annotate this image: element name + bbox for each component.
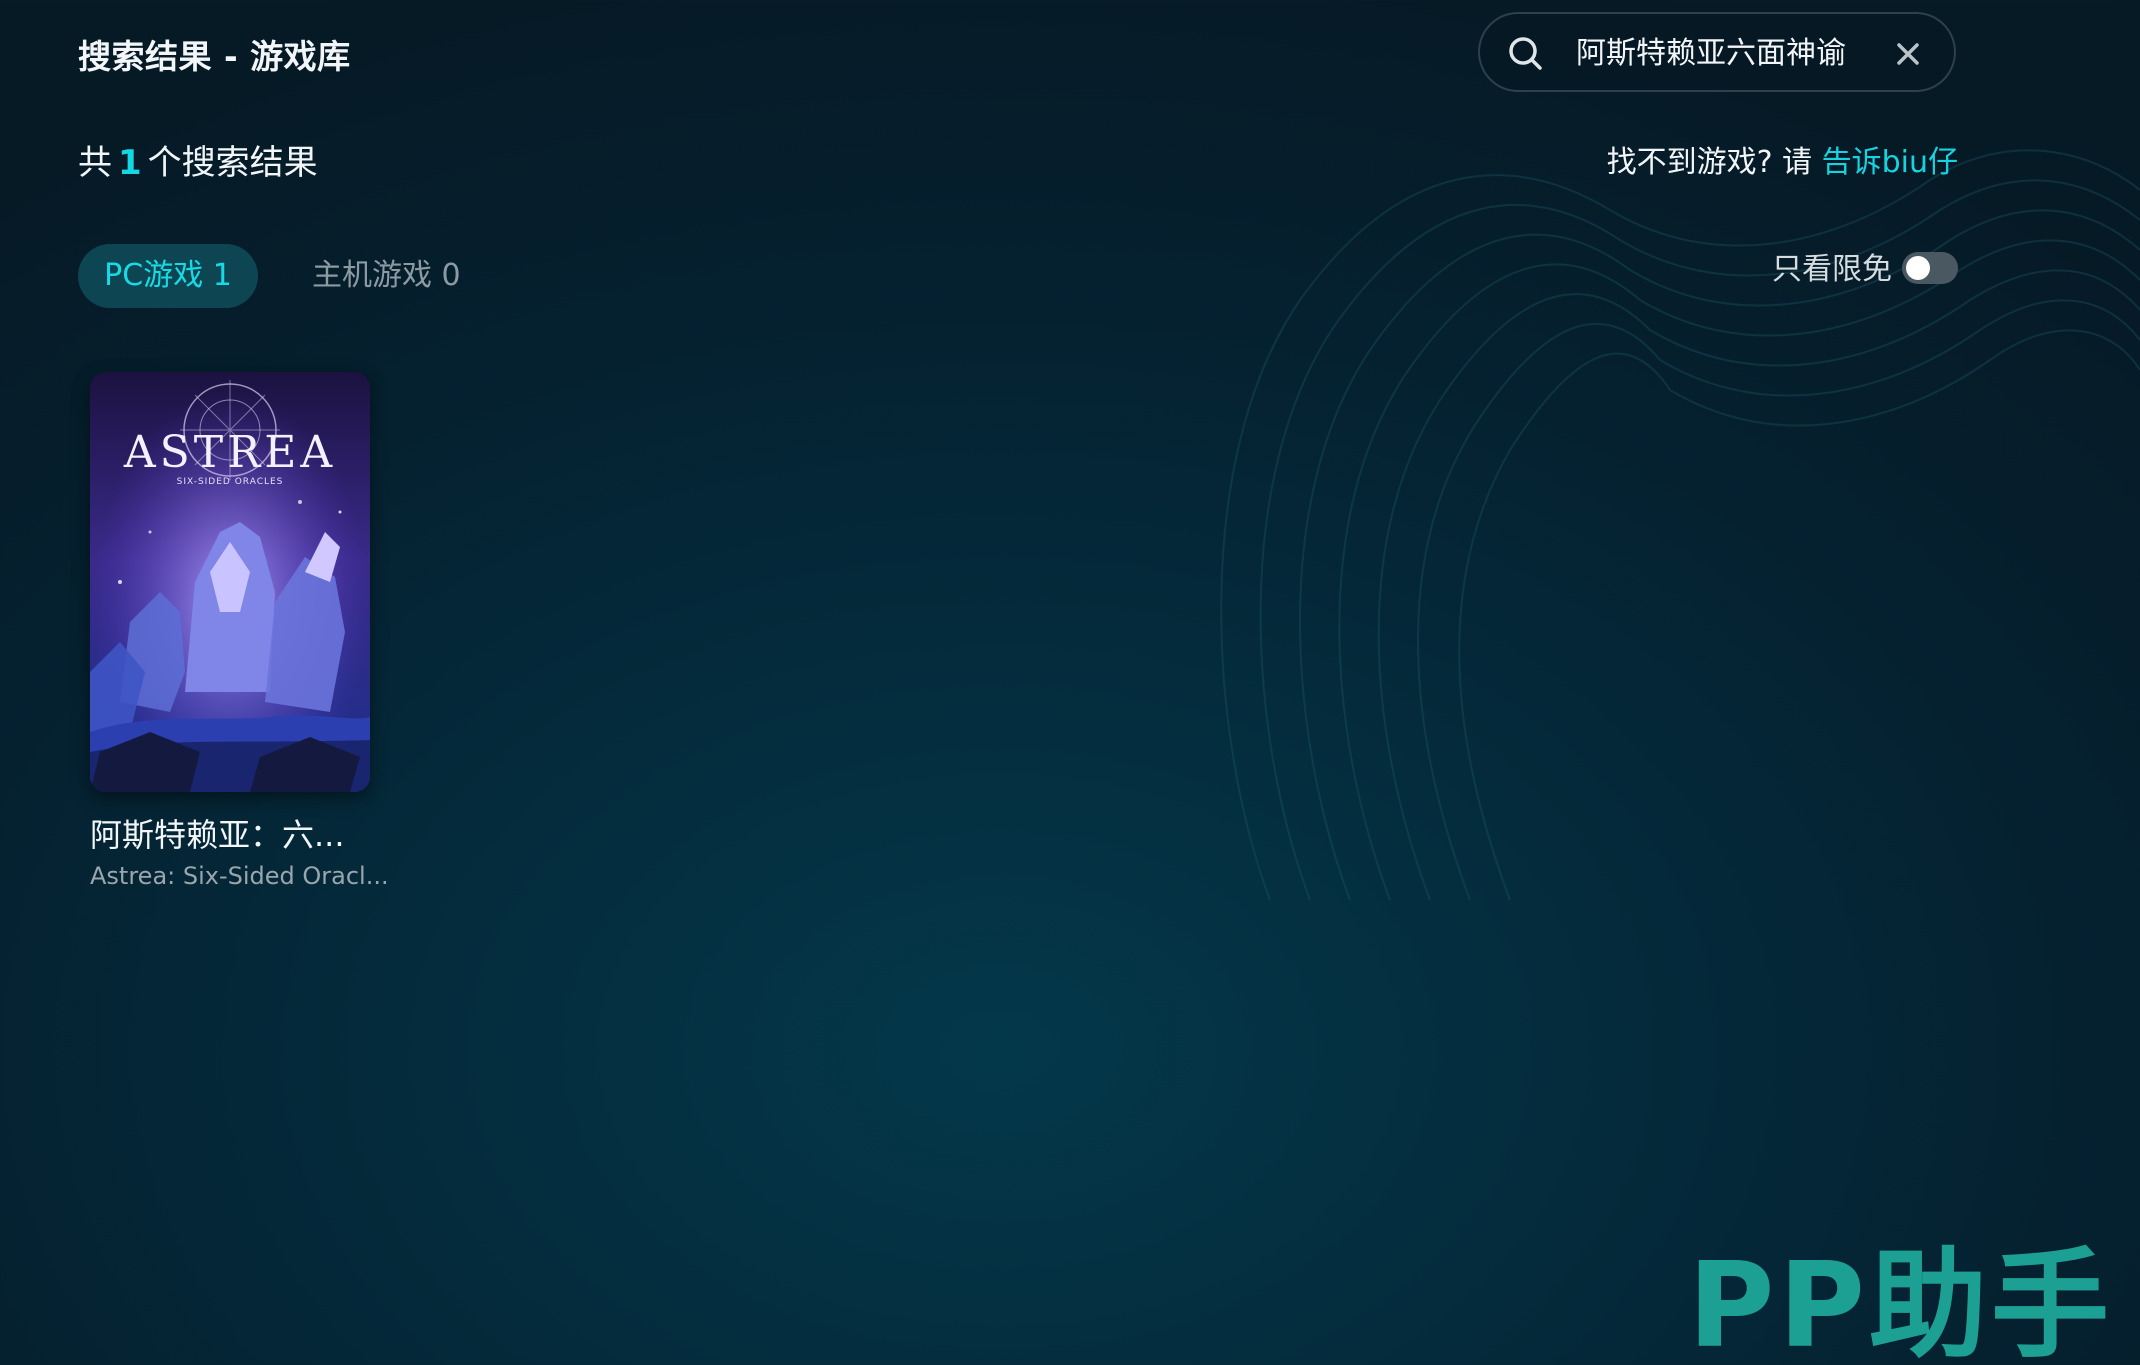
search-input[interactable]: 阿斯特赖亚六面神谕: [1576, 34, 1846, 74]
close-icon[interactable]: [1892, 38, 1924, 70]
free-only-label: 只看限免: [1772, 252, 1892, 287]
toggle-knob: [1906, 256, 1930, 280]
pp-assistant-watermark: PP助手: [1688, 1236, 2113, 1365]
game-cover-art: ASTREA SIX-SIDED ORACLES: [90, 372, 370, 792]
search-box[interactable]: 阿斯特赖亚六面神谕: [1478, 12, 1956, 92]
game-cover[interactable]: ASTREA SIX-SIDED ORACLES: [90, 372, 370, 792]
feedback-link[interactable]: 告诉biu仔: [1822, 145, 1958, 180]
game-subtitle-en: Astrea: Six-Sided Oracl...: [90, 862, 389, 890]
cover-subtitle-text: SIX-SIDED ORACLES: [177, 477, 284, 487]
tab-pc-games[interactable]: PC游戏 1: [78, 244, 258, 308]
game-card[interactable]: ASTREA SIX-SIDED ORACLES 阿斯特赖亚：六... Astr…: [90, 372, 389, 890]
feedback-text: 找不到游戏? 请: [1606, 145, 1813, 180]
game-title: 阿斯特赖亚：六...: [90, 816, 345, 854]
result-count-number: 1: [118, 143, 142, 183]
page-title: 搜索结果 - 游戏库: [78, 37, 351, 76]
result-count: 共 1 个搜索结果: [78, 135, 318, 184]
cover-logo-text: ASTREA: [123, 427, 336, 478]
feedback: 找不到游戏? 请 告诉biu仔: [1607, 137, 1958, 181]
tab-console-games[interactable]: 主机游戏 0: [312, 244, 461, 308]
result-count-suffix: 个搜索结果: [147, 143, 318, 183]
free-only-toggle[interactable]: [1902, 252, 1958, 284]
result-count-prefix: 共: [78, 143, 112, 183]
search-icon: [1509, 37, 1542, 70]
